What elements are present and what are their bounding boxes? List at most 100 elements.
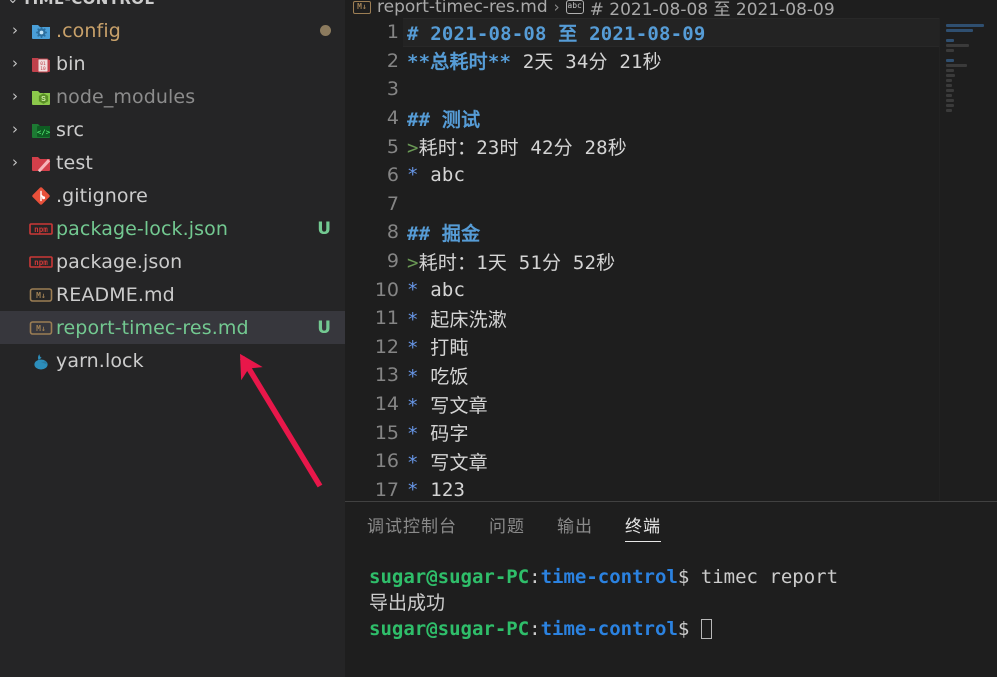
line-number: 16 xyxy=(345,450,407,472)
chevron-right-icon[interactable]: › xyxy=(4,122,26,137)
editor-line[interactable]: 6* abc xyxy=(345,161,997,190)
breadcrumb-symbol-name[interactable]: # 2021-08-08 至 2021-08-09 xyxy=(590,0,835,18)
editor-line[interactable]: 15* 码字 xyxy=(345,418,997,447)
line-number: 6 xyxy=(345,164,407,186)
minimap-line-tick xyxy=(946,44,969,47)
editor-line[interactable]: 3 xyxy=(345,75,997,104)
editor-line[interactable]: 10* abc xyxy=(345,275,997,304)
test-folder-icon xyxy=(26,153,56,173)
file-tree: ›.config›0110bin›Snode_modules›</>src›te… xyxy=(0,6,345,377)
file-tree-item[interactable]: ›npmpackage.json xyxy=(0,245,345,278)
file-tree-item-label: bin xyxy=(56,53,86,75)
file-tree-item[interactable]: ›yarn.lock xyxy=(0,344,345,377)
code-token: * xyxy=(407,337,430,359)
code-token: 123 xyxy=(430,479,465,501)
panel-tab[interactable]: 调试控制台 xyxy=(367,503,457,545)
code-token: * xyxy=(407,423,430,445)
minimap-line-tick xyxy=(946,69,954,72)
terminal-cursor xyxy=(701,619,712,639)
file-tree-item[interactable]: ›npmpackage-lock.jsonU xyxy=(0,212,345,245)
editor-line[interactable]: 1# 2021-08-08 至 2021-08-09 xyxy=(345,18,997,47)
file-tree-item-selected[interactable]: ›M↓report-timec-res.mdU xyxy=(0,311,345,344)
editor-line[interactable]: 11* 起床洗漱 xyxy=(345,304,997,333)
minimap-line-tick xyxy=(946,24,984,27)
line-number: 11 xyxy=(345,307,407,329)
editor-line[interactable]: 12* 打盹 xyxy=(345,333,997,362)
code-editor[interactable]: 1# 2021-08-08 至 2021-08-092**总耗时** 2天 34… xyxy=(345,18,997,501)
chevron-right-icon[interactable]: › xyxy=(4,89,26,104)
line-content: * 写文章 xyxy=(407,448,488,475)
panel-tab[interactable]: 终端 xyxy=(625,503,661,545)
editor-line[interactable]: 5>耗时：23时 42分 28秒 xyxy=(345,132,997,161)
line-content: **总耗时** 2天 34分 21秒 xyxy=(407,47,662,74)
file-tree-item[interactable]: ›.config xyxy=(0,14,345,47)
line-number: 1 xyxy=(345,21,407,43)
file-tree-item[interactable]: ›0110bin xyxy=(0,47,345,80)
markdown-icon: M↓ xyxy=(353,1,371,14)
line-number: 15 xyxy=(345,422,407,444)
editor-line[interactable]: 9>耗时：1天 51分 52秒 xyxy=(345,247,997,276)
terminal-cwd: time-control xyxy=(541,566,678,588)
terminal-line: sugar@sugar-PC:time-control$ xyxy=(369,616,997,642)
file-tree-item[interactable]: ›test xyxy=(0,146,345,179)
line-content: * 吃饭 xyxy=(407,362,469,389)
panel-tab-bar: 调试控制台问题输出终端 xyxy=(345,502,997,546)
minimap-line-tick xyxy=(946,99,954,102)
minimap-line-tick xyxy=(946,94,952,97)
terminal-user-host: sugar@sugar-PC xyxy=(369,618,529,640)
npm-icon: npm xyxy=(26,255,56,269)
file-tree-item[interactable]: ›M↓README.md xyxy=(0,278,345,311)
editor-lines: 1# 2021-08-08 至 2021-08-092**总耗时** 2天 34… xyxy=(345,18,997,501)
chevron-right-icon[interactable]: › xyxy=(4,155,26,170)
editor-line[interactable]: 17* 123 xyxy=(345,476,997,502)
editor-line[interactable]: 13* 吃饭 xyxy=(345,361,997,390)
editor-line[interactable]: 7 xyxy=(345,190,997,219)
line-number: 4 xyxy=(345,107,407,129)
editor-line[interactable]: 16* 写文章 xyxy=(345,447,997,476)
panel-tab[interactable]: 输出 xyxy=(557,503,593,545)
editor-line[interactable]: 8## 掘金 xyxy=(345,218,997,247)
code-token: * xyxy=(407,479,430,501)
terminal-output-text: 导出成功 xyxy=(369,592,445,614)
markdown-icon: M↓ xyxy=(26,320,56,336)
editor-line[interactable]: 2**总耗时** 2天 34分 21秒 xyxy=(345,47,997,76)
minimap-line-tick xyxy=(946,84,952,87)
terminal-line: 导出成功 xyxy=(369,590,997,616)
chevron-right-icon: › xyxy=(554,0,560,16)
terminal-prompt-symbol: $ xyxy=(678,618,689,640)
chevron-right-icon[interactable]: › xyxy=(4,23,26,38)
line-content: ## 掘金 xyxy=(407,219,480,246)
breadcrumb-file-name[interactable]: report-timec-res.md xyxy=(377,0,548,17)
node-folder-icon: S xyxy=(26,87,56,107)
editor-line[interactable]: 14* 写文章 xyxy=(345,390,997,419)
file-tree-item[interactable]: ›Snode_modules xyxy=(0,80,345,113)
code-token: 写文章 xyxy=(430,395,488,417)
line-content: >耗时：23时 42分 28秒 xyxy=(407,133,627,160)
breadcrumb[interactable]: M↓ report-timec-res.md › abc # 2021-08-0… xyxy=(345,0,997,18)
code-token: abc xyxy=(430,164,465,186)
line-number: 2 xyxy=(345,50,407,72)
minimap-line-tick xyxy=(946,79,952,82)
abc-symbol-icon: abc xyxy=(566,0,584,14)
terminal-user-host: sugar@sugar-PC xyxy=(369,566,529,588)
minimap-line-tick xyxy=(946,104,954,107)
terminal-output[interactable]: sugar@sugar-PC:time-control$ timec repor… xyxy=(345,546,997,677)
yarn-icon xyxy=(26,351,56,371)
file-tree-item[interactable]: ›.gitignore xyxy=(0,179,345,212)
file-tree-item-label: yarn.lock xyxy=(56,350,144,372)
svg-text:npm: npm xyxy=(34,258,48,267)
code-token: > xyxy=(407,252,419,274)
line-content: >耗时：1天 51分 52秒 xyxy=(407,248,615,275)
chevron-right-icon[interactable]: › xyxy=(4,56,26,71)
code-token: abc xyxy=(430,279,465,301)
code-token: 写文章 xyxy=(430,452,488,474)
editor-minimap[interactable] xyxy=(939,18,997,501)
binary-folder-icon: 0110 xyxy=(26,54,56,74)
file-tree-item[interactable]: ›</>src xyxy=(0,113,345,146)
editor-line[interactable]: 4## 测试 xyxy=(345,104,997,133)
code-token: * xyxy=(407,452,430,474)
svg-text:10: 10 xyxy=(40,66,46,72)
minimap-line-tick xyxy=(946,29,973,32)
panel-tab[interactable]: 问题 xyxy=(489,503,525,545)
chevron-down-icon[interactable]: ⌄ xyxy=(4,0,22,6)
